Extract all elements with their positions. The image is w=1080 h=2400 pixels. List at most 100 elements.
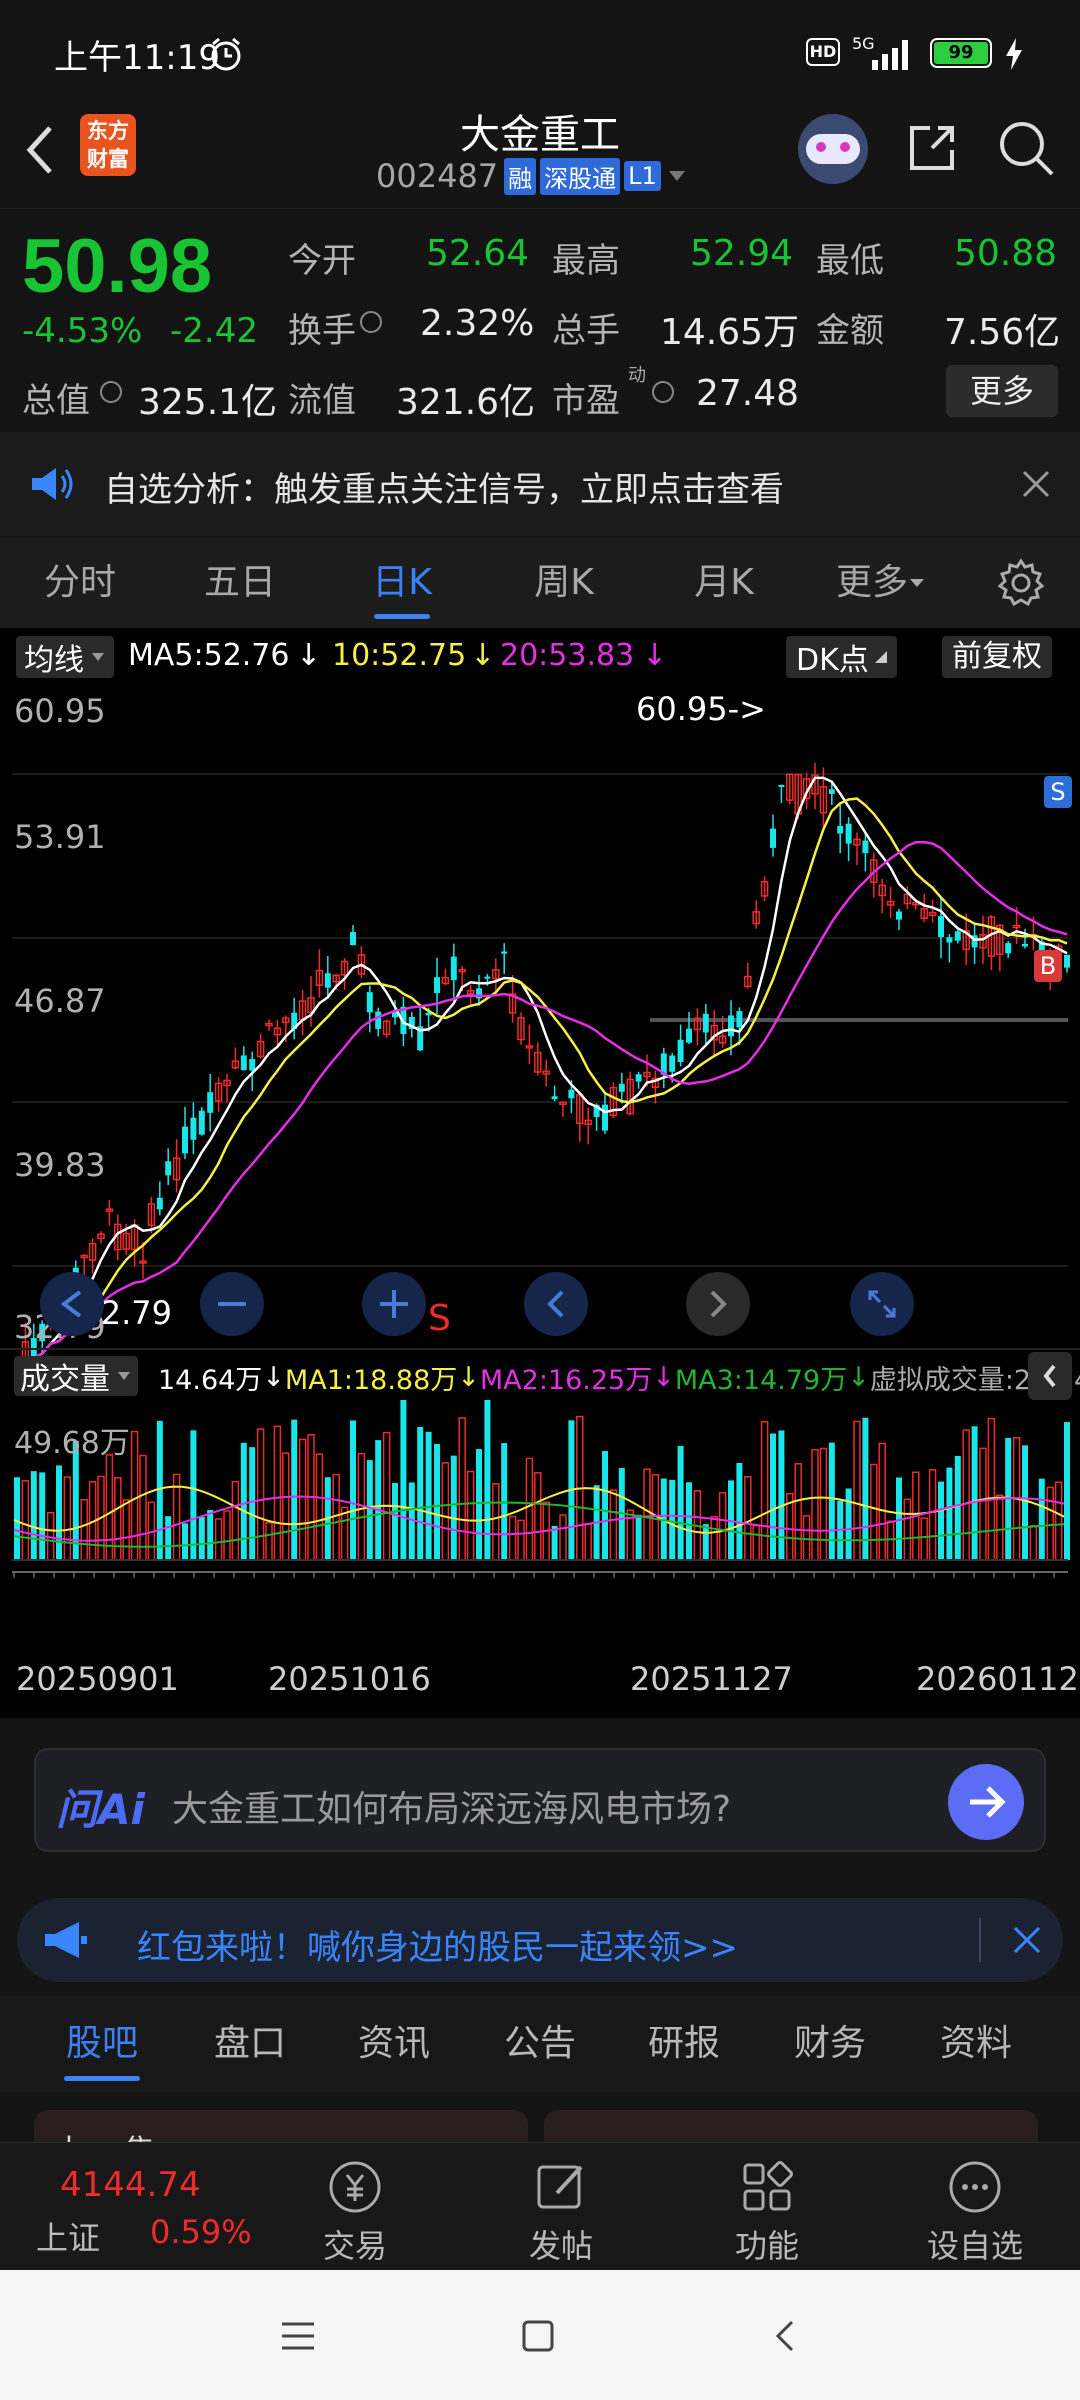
back-icon[interactable] [20, 120, 60, 180]
info-icon[interactable] [652, 381, 674, 403]
tab-finance[interactable]: 财务 [770, 1996, 890, 2092]
float-label: 流值 [288, 381, 356, 421]
turnover-value: 2.32% [420, 303, 535, 344]
megaphone-icon [45, 1922, 87, 1958]
date-label: 20251016 [268, 1660, 431, 1698]
brand-logo[interactable]: 东方 财富 [80, 114, 136, 176]
tab-news[interactable]: 资讯 [334, 1996, 454, 2092]
search-icon[interactable] [994, 116, 1058, 180]
close-icon[interactable] [1020, 468, 1052, 500]
notice-bar[interactable]: 自选分析：触发重点关注信号，立即点击查看 [0, 432, 1080, 536]
share-icon[interactable] [902, 118, 962, 178]
status-bar: 上午11:19 HD 5G 99 [0, 0, 1080, 100]
chart-period-tabs: 分时 五日 日K 周K 月K 更多 [0, 538, 1080, 628]
info-icon[interactable] [360, 311, 382, 333]
adjust-button[interactable]: 前复权 [942, 636, 1052, 678]
amount-value: 7.56亿 [944, 312, 1061, 353]
collapse-button[interactable] [1028, 1352, 1072, 1400]
ai-logo: 问Ai [56, 1785, 145, 1834]
hd-icon: HD [806, 38, 840, 66]
tab-five-day[interactable]: 五日 [180, 538, 300, 628]
ma-selector[interactable]: 均线 [16, 636, 114, 678]
zoom-out-button[interactable] [200, 1272, 264, 1336]
feed-card[interactable]: 大… 焦… [34, 2110, 528, 2142]
trade-button[interactable]: 交易 [280, 2143, 430, 2271]
red-packet-banner[interactable]: 红包来啦！喊你身边的股民一起来领>> [17, 1898, 1063, 1982]
turnover-label: 换手 [288, 311, 356, 351]
sell-signal[interactable]: S [1044, 776, 1072, 808]
tag-connect: 深股通 [540, 157, 621, 195]
scroll-right-button[interactable] [686, 1272, 750, 1336]
assistant-avatar[interactable] [798, 114, 868, 184]
info-icon[interactable] [100, 381, 122, 403]
volume-chart [12, 1400, 1070, 1578]
fullscreen-button[interactable] [850, 1272, 914, 1336]
date-label: 20260112 [916, 1660, 1079, 1698]
divider [979, 1918, 981, 1962]
stock-code-row[interactable]: 002487 融 深股通 L1 [376, 156, 687, 196]
chevron-left-icon [1043, 1364, 1056, 1388]
feed-card[interactable]: … [544, 2110, 1038, 2142]
function-button[interactable]: 功能 [692, 2143, 842, 2271]
top-bar: 东方 财富 大金重工 002487 融 深股通 L1 [0, 100, 1080, 208]
small-sell-mark: S [428, 1298, 451, 1339]
dropdown-icon [668, 171, 685, 181]
amount-label: 金额 [816, 311, 884, 351]
tab-weekly-k[interactable]: 周K [504, 538, 624, 628]
high-value: 52.94 [690, 233, 794, 274]
corner-icon [874, 651, 887, 663]
date-label: 20250901 [16, 1660, 179, 1698]
tab-monthly-k[interactable]: 月K [664, 538, 784, 628]
add-watchlist-button[interactable]: 设自选 [900, 2143, 1050, 2271]
ai-send-button[interactable] [948, 1764, 1024, 1840]
ma5-legend: MA5:52.76 [128, 638, 290, 673]
tag-level: L1 [624, 161, 661, 191]
index-ticker[interactable]: 4144.74 上证 0.59% [0, 2143, 270, 2271]
zoom-in-button[interactable] [362, 1272, 426, 1336]
current-price: 50.98 [22, 224, 213, 309]
tab-intraday[interactable]: 分时 [20, 538, 140, 628]
close-icon[interactable] [1011, 1924, 1043, 1956]
menu-icon[interactable] [278, 2316, 318, 2356]
tab-research[interactable]: 研报 [624, 1996, 744, 2092]
y-label-2: 53.91 [14, 818, 106, 856]
ai-question-box[interactable]: 问Ai 大金重工如何布局深远海风电市场? [34, 1748, 1046, 1852]
dropdown-icon [118, 1372, 130, 1380]
tab-announcements[interactable]: 公告 [480, 1996, 600, 2092]
scroll-left-button[interactable] [524, 1272, 588, 1336]
stock-name: 大金重工 [460, 112, 620, 158]
arrow-icon: ↓ [642, 638, 668, 673]
home-icon[interactable] [518, 2316, 558, 2356]
dk-point-button[interactable]: DK点 [786, 636, 897, 678]
arrow-icon: ↓ [296, 638, 322, 673]
dropdown-icon [910, 579, 925, 587]
signal-icon [872, 40, 908, 70]
minus-icon [218, 1302, 246, 1306]
y-label-max: 60.95 [14, 692, 106, 730]
settings-icon[interactable] [996, 558, 1046, 608]
float-value: 321.6亿 [396, 382, 536, 423]
system-nav-bar [0, 2270, 1080, 2400]
change-percent: -4.53% [22, 311, 143, 351]
zoom-left-button[interactable] [40, 1272, 104, 1336]
tab-profile[interactable]: 资料 [916, 1996, 1036, 2092]
buy-signal[interactable]: B [1034, 950, 1062, 982]
more-button[interactable]: 更多 [946, 365, 1058, 417]
tab-more[interactable]: 更多 [836, 538, 956, 628]
quote-panel: 50.98 -4.53% -2.42 今开 52.64 最高 52.94 最低 … [0, 208, 1080, 430]
nav-back-icon[interactable] [766, 2316, 806, 2356]
volume-max-label: 49.68万 [14, 1426, 130, 1461]
volume-label: 总手 [552, 311, 620, 351]
volume-selector[interactable]: 成交量 [14, 1356, 138, 1397]
kline-chart-area[interactable]: 均线 MA5:52.76 ↓ 10:52.75 ↓ 20:53.83 ↓ DK点… [0, 628, 1080, 1718]
charging-icon [1006, 38, 1022, 70]
y-label-3: 46.87 [14, 982, 106, 1020]
high-label: 最高 [552, 241, 620, 281]
status-time: 上午11:19 [54, 38, 220, 78]
alarm-icon [211, 37, 241, 71]
low-label: 最低 [816, 241, 884, 281]
red-packet-text: 红包来啦！喊你身边的股民一起来领>> [137, 1928, 738, 1968]
pe-label: 市盈 [552, 381, 620, 421]
post-button[interactable]: 发帖 [486, 2143, 636, 2271]
tab-pankou[interactable]: 盘口 [190, 1996, 310, 2092]
